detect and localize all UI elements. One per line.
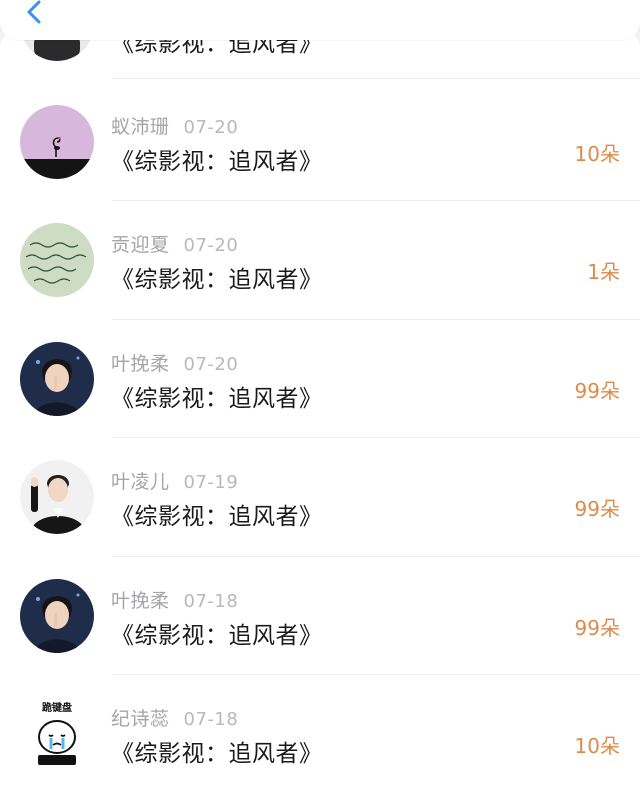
sender-name: 叶挽柔 — [111, 353, 170, 375]
avatar-caption: 跪键盘 — [42, 701, 72, 714]
send-date: 07-18 — [183, 591, 239, 612]
sender-line: 蚁沛珊 07-20 — [111, 112, 238, 139]
send-date: 07-20 — [183, 117, 239, 138]
sender-name: 蚁沛珊 — [111, 116, 170, 138]
list-item[interactable]: 蚁沛珊 07-20 《综影视：追风者》 10朵 — [0, 32, 640, 179]
send-date: 07-20 — [183, 235, 239, 256]
back-button[interactable] — [22, 0, 48, 26]
list-item[interactable]: 叶挽柔 07-20 《综影视：追风者》 99朵 — [0, 269, 640, 416]
reward-list: 《综影视：追风者》 1 蚁沛珊07-20 《综影视：追风者》 10朵 — [0, 32, 640, 802]
send-date: 07-19 — [183, 472, 239, 493]
list-item[interactable]: 贡迎夏 07-20 《综影视：追风者》 1朵 — [0, 150, 640, 297]
sender-name: 叶凌儿 — [111, 471, 170, 493]
nav-bar — [0, 0, 640, 40]
chevron-left-icon — [27, 0, 41, 24]
sender-name: 叶挽柔 — [111, 590, 170, 612]
list-item[interactable]: 跪键盘 纪诗蕊 07-18 《综影视：追风者》 10朵 — [0, 624, 640, 771]
send-date: 07-18 — [183, 709, 239, 730]
sender-line: 叶挽柔 07-20 — [111, 349, 238, 376]
list-item[interactable]: 叶凌儿 07-19 《综影视：追风者》 99朵 — [0, 387, 640, 534]
gift-amount: 10朵 — [574, 734, 620, 758]
crying-cartoon-avatar: 跪键盘 — [20, 697, 94, 771]
sender-line: 叶凌儿 07-19 — [111, 467, 238, 494]
list-item[interactable]: 叶挽柔 07-18 《综影视：追风者》 99朵 — [0, 506, 640, 653]
sender-line: 叶挽柔 07-18 — [111, 586, 238, 613]
send-date: 07-20 — [183, 354, 239, 375]
book-title: 《综影视：追风者》 — [111, 741, 323, 767]
sender-line: 贡迎夏 07-20 — [111, 230, 238, 257]
sender-line: 纪诗蕊 07-18 — [111, 704, 238, 731]
sender-name: 纪诗蕊 — [111, 708, 170, 730]
sender-name: 贡迎夏 — [111, 234, 170, 256]
